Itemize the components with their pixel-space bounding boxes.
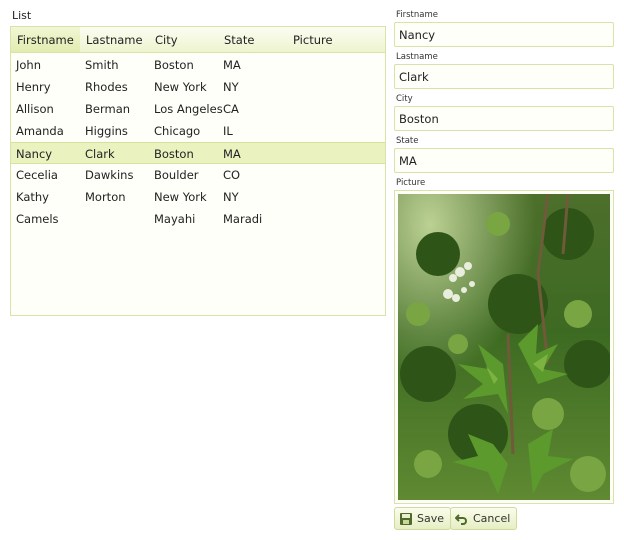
- cell-picture: [287, 208, 292, 230]
- table-row[interactable]: Kathy Morton New York NY: [11, 186, 385, 208]
- cell-lastname: Dawkins: [85, 168, 134, 182]
- cell-firstname: Nancy: [16, 147, 53, 161]
- firstname-label: Firstname: [396, 10, 438, 20]
- city-field[interactable]: [394, 106, 614, 131]
- undo-arrow-icon: [455, 512, 469, 526]
- cell-firstname: John: [16, 58, 42, 72]
- cell-picture: [287, 186, 292, 208]
- column-header-firstname[interactable]: Firstname: [11, 27, 80, 52]
- cell-picture: [287, 76, 292, 98]
- cell-city: New York: [154, 190, 207, 204]
- cell-lastname: Berman: [85, 102, 131, 116]
- cell-state: NY: [223, 80, 239, 94]
- lastname-label: Lastname: [396, 52, 438, 62]
- lastname-field[interactable]: [394, 64, 614, 89]
- floppy-disk-icon: [399, 512, 413, 526]
- table-row[interactable]: Allison Berman Los Angeles CA: [11, 98, 385, 120]
- data-grid[interactable]: Firstname Lastname City State Picture Jo…: [10, 26, 386, 316]
- table-row[interactable]: Amanda Higgins Chicago IL: [11, 120, 385, 142]
- cell-lastname: Morton: [85, 190, 126, 204]
- cell-city: Boulder: [154, 168, 199, 182]
- table-row[interactable]: Henry Rhodes New York NY: [11, 76, 385, 98]
- cell-firstname: Camels: [16, 212, 59, 226]
- picture-viewer: [394, 190, 614, 504]
- plant-photo: [398, 194, 610, 500]
- cell-firstname: Allison: [16, 102, 54, 116]
- grid-header: Firstname Lastname City State Picture: [11, 27, 385, 53]
- cell-picture: [287, 164, 292, 186]
- cell-picture: [287, 120, 292, 142]
- column-header-city[interactable]: City: [149, 27, 218, 52]
- grid-rows: John Smith Boston MA Henry Rhodes New York NY Al…: [11, 54, 385, 230]
- cancel-button-label: Cancel: [473, 512, 511, 525]
- cell-picture: [287, 98, 292, 120]
- cell-city: Mayahi: [154, 212, 196, 226]
- picture-label: Picture: [396, 178, 426, 188]
- list-title: List: [12, 9, 32, 22]
- cell-city: Boston: [154, 147, 194, 161]
- cell-city: Chicago: [154, 124, 201, 138]
- cancel-button[interactable]: Cancel: [450, 507, 518, 530]
- cell-city: New York: [154, 80, 207, 94]
- cell-state: NY: [223, 190, 239, 204]
- column-header-picture[interactable]: Picture: [287, 27, 377, 52]
- firstname-field[interactable]: [394, 22, 614, 47]
- cell-firstname: Cecelia: [16, 168, 58, 182]
- city-label: City: [396, 94, 413, 104]
- column-header-state[interactable]: State: [218, 27, 287, 52]
- cell-state: IL: [223, 124, 233, 138]
- cell-city: Los Angeles: [154, 102, 223, 116]
- column-header-lastname[interactable]: Lastname: [80, 27, 149, 52]
- cell-state: CA: [223, 102, 239, 116]
- save-button[interactable]: Save: [394, 507, 452, 530]
- cell-firstname: Henry: [16, 80, 51, 94]
- cell-firstname: Amanda: [16, 124, 64, 138]
- cell-lastname: [80, 208, 85, 230]
- cell-picture: [287, 143, 292, 165]
- table-row[interactable]: Camels Mayahi Maradi: [11, 208, 385, 230]
- cell-state: MA: [223, 58, 241, 72]
- state-field[interactable]: [394, 148, 614, 173]
- cell-state: MA: [223, 147, 241, 161]
- cell-picture: [287, 54, 292, 76]
- save-button-label: Save: [417, 512, 445, 525]
- table-row[interactable]: Cecelia Dawkins Boulder CO: [11, 164, 385, 186]
- state-label: State: [396, 136, 419, 146]
- cell-lastname: Rhodes: [85, 80, 128, 94]
- table-row[interactable]: John Smith Boston MA: [11, 54, 385, 76]
- table-row[interactable]: Nancy Clark Boston MA: [11, 142, 385, 164]
- cell-lastname: Higgins: [85, 124, 128, 138]
- cell-city: Boston: [154, 58, 194, 72]
- cell-lastname: Smith: [85, 58, 119, 72]
- cell-firstname: Kathy: [16, 190, 49, 204]
- cell-state: Maradi: [223, 212, 263, 226]
- cell-lastname: Clark: [85, 147, 115, 161]
- cell-state: CO: [223, 168, 241, 182]
